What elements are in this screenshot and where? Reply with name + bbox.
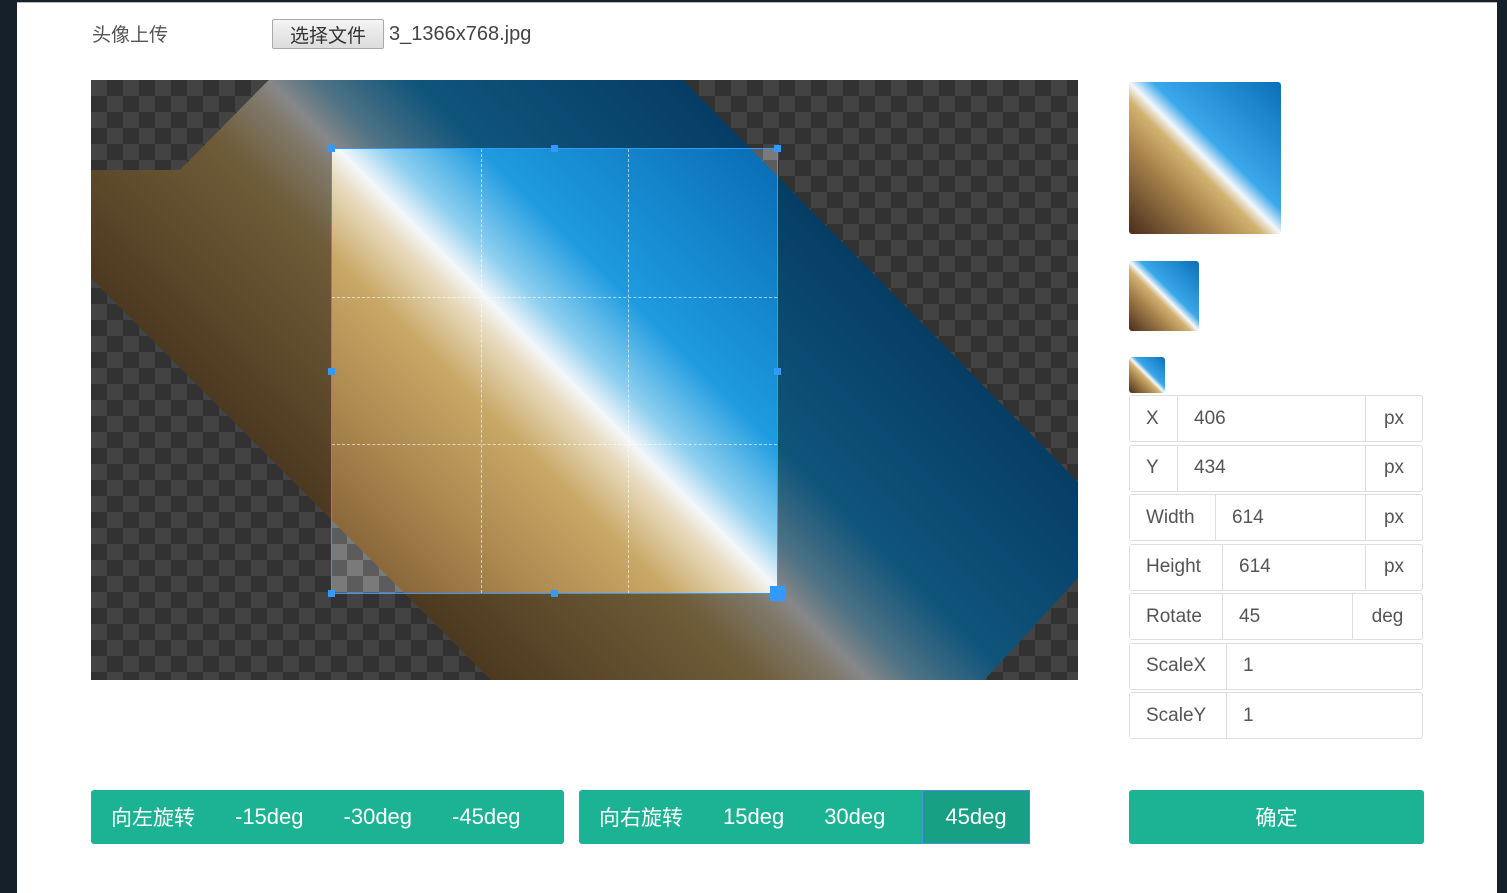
upload-label: 头像上传 bbox=[92, 24, 169, 46]
field-x: X 406 px bbox=[1129, 395, 1423, 442]
scalex-input[interactable]: 1 bbox=[1227, 644, 1422, 689]
y-input[interactable]: 434 bbox=[1178, 445, 1366, 491]
rotate-left-button[interactable]: 向左旋转 bbox=[91, 790, 215, 844]
rotate-input[interactable]: 45 bbox=[1223, 594, 1353, 639]
field-y: Y 434 px bbox=[1129, 444, 1423, 492]
resize-handle-n[interactable] bbox=[551, 145, 558, 152]
width-input[interactable]: 614 bbox=[1216, 495, 1366, 540]
rotate-right-button[interactable]: 向右旋转 bbox=[579, 790, 703, 844]
resize-handle-nw[interactable] bbox=[328, 145, 335, 152]
resize-handle-e[interactable] bbox=[774, 368, 781, 375]
rotate-right-group: 向右旋转 15deg 30deg 45deg bbox=[579, 790, 1030, 844]
confirm-button[interactable]: 确定 bbox=[1129, 790, 1424, 844]
field-scaley: ScaleY 1 bbox=[1129, 692, 1423, 739]
rotate-minus-45-button[interactable]: -45deg bbox=[432, 790, 541, 844]
crop-box[interactable] bbox=[328, 145, 785, 601]
resize-handle-w[interactable] bbox=[328, 368, 335, 375]
rotate-minus-30-button[interactable]: -30deg bbox=[324, 790, 433, 844]
choose-file-button[interactable]: 选择文件 bbox=[272, 19, 384, 49]
cropper-canvas[interactable] bbox=[91, 80, 1078, 680]
resize-handle-s[interactable] bbox=[551, 590, 558, 597]
resize-handle-sw[interactable] bbox=[328, 590, 335, 597]
x-input[interactable]: 406 bbox=[1178, 396, 1366, 441]
resize-handle-ne[interactable] bbox=[774, 145, 781, 152]
rotate-left-group: 向左旋转 -15deg -30deg -45deg bbox=[91, 790, 564, 844]
field-height: Height 614 px bbox=[1129, 543, 1423, 591]
crop-data-panel: X 406 px Y 434 px Width 614 px Height 614 px Rot… bbox=[1129, 395, 1423, 742]
field-scalex: ScaleX 1 bbox=[1129, 642, 1423, 690]
scaley-input[interactable]: 1 bbox=[1227, 693, 1422, 738]
file-name: 3_1366x768.jpg bbox=[389, 23, 532, 45]
rotate-45-button[interactable]: 45deg bbox=[922, 790, 1030, 844]
field-width: Width 614 px bbox=[1129, 494, 1423, 541]
rotate-15-button[interactable]: 15deg bbox=[703, 790, 804, 844]
rotate-30-button[interactable]: 30deg bbox=[804, 790, 905, 844]
resize-handle-se[interactable] bbox=[770, 586, 785, 601]
field-rotate: Rotate 45 deg bbox=[1129, 593, 1423, 640]
preview-medium bbox=[1129, 261, 1199, 331]
height-input[interactable]: 614 bbox=[1223, 544, 1366, 590]
rotate-minus-15-button[interactable]: -15deg bbox=[215, 790, 324, 844]
preview-large bbox=[1129, 82, 1281, 234]
preview-small bbox=[1129, 357, 1165, 393]
